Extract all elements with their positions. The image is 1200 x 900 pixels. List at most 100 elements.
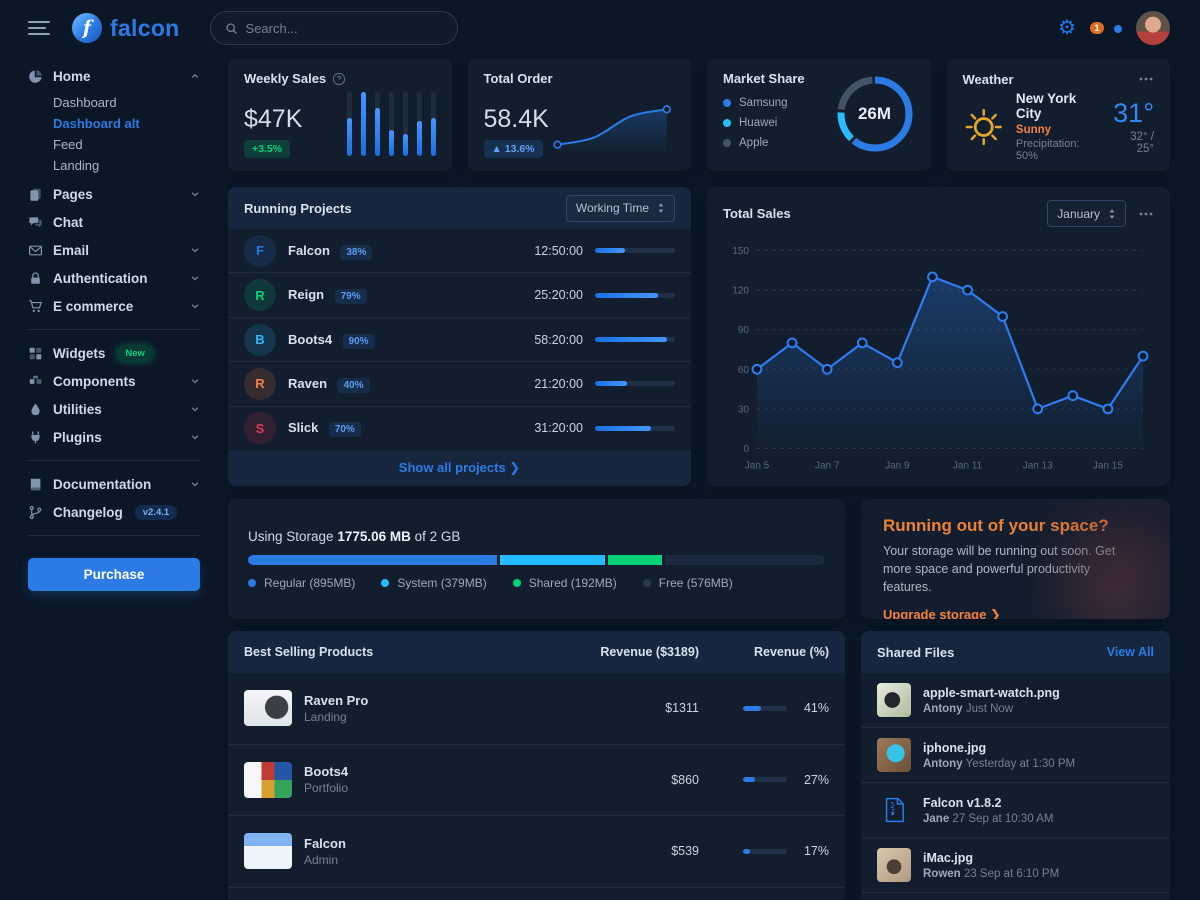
weekly-sales-title: Weekly Sales <box>244 71 326 86</box>
project-avatar: R <box>244 279 276 311</box>
weather-range: 32° / 25° <box>1112 131 1154 155</box>
sidebar-item-documentation[interactable]: Documentation <box>28 470 200 498</box>
file-user: Rowen <box>923 868 961 880</box>
product-name[interactable]: Boots4 <box>304 764 348 779</box>
lock-icon <box>28 271 43 286</box>
sidebar-item-dashboard-alt[interactable]: Dashboard alt <box>53 113 200 134</box>
sidebar-divider <box>28 460 200 461</box>
file-name[interactable]: iphone.jpg <box>923 741 1075 755</box>
sidebar-item-plugins[interactable]: Plugins <box>28 423 200 451</box>
sidebar-badge: v2.4.1 <box>135 505 177 520</box>
running-projects-title: Running Projects <box>244 201 352 216</box>
sidebar-item-changelog[interactable]: Changelog v2.4.1 <box>28 498 200 526</box>
file-time: 27 Sep at 10:30 AM <box>952 813 1053 825</box>
project-name[interactable]: Falcon <box>288 243 330 258</box>
upgrade-storage-link[interactable]: Upgrade storage ❯ <box>883 607 1001 619</box>
project-name[interactable]: Slick <box>288 420 318 435</box>
project-percent-badge: 90% <box>343 334 375 349</box>
sidebar-item-label: Authentication <box>53 271 148 286</box>
pie-icon <box>28 69 43 84</box>
file-item-falcon-v1-8-2[interactable]: Falcon v1.8.2 Jane 27 Sep at 10:30 AM <box>861 783 1170 838</box>
product-thumbnail <box>244 762 292 798</box>
file-name[interactable]: Falcon v1.8.2 <box>923 796 1053 810</box>
main-content: Weekly Sales $47K +3.5% Total Order <box>228 56 1200 900</box>
chevron-down-icon <box>190 273 200 283</box>
product-name[interactable]: Falcon <box>304 836 346 851</box>
view-all-link[interactable]: View All <box>1107 645 1154 659</box>
sidebar-item-components[interactable]: Components <box>28 367 200 395</box>
product-category[interactable]: Portfolio <box>304 781 348 795</box>
file-user: Antony <box>923 758 963 770</box>
sidebar-item-home[interactable]: Home <box>28 62 200 90</box>
total-sales-more-menu-icon[interactable] <box>1138 206 1154 222</box>
market-share-center-value: 26M <box>833 72 917 156</box>
project-name[interactable]: Boots4 <box>288 332 332 347</box>
sidebar-item-pages[interactable]: Pages <box>28 180 200 208</box>
product-thumbnail <box>244 833 292 869</box>
project-name[interactable]: Raven <box>288 376 327 391</box>
chevron-down-icon <box>190 189 200 199</box>
svg-text:Jan 9: Jan 9 <box>885 461 910 472</box>
weekly-sales-value: $47K <box>244 105 302 134</box>
legend-label: Apple <box>739 137 768 149</box>
project-name[interactable]: Reign <box>288 287 324 302</box>
legend-label: Samsung <box>739 97 788 109</box>
sales-bar <box>347 92 352 156</box>
hamburger-menu-icon[interactable] <box>28 21 50 35</box>
sidebar-item-feed[interactable]: Feed <box>53 134 200 155</box>
user-avatar[interactable] <box>1136 11 1170 45</box>
sidebar-item-landing[interactable]: Landing <box>53 155 200 176</box>
file-thumbnail <box>877 793 911 827</box>
total-order-value: 58.4K <box>484 105 549 134</box>
product-name[interactable]: Raven Pro <box>304 693 368 708</box>
plugins-icon <box>28 430 43 445</box>
product-revenue: $1311 <box>539 701 699 715</box>
file-name[interactable]: iMac.jpg <box>923 851 1059 865</box>
total-order-title: Total Order <box>484 71 553 86</box>
search-input[interactable] <box>246 21 443 36</box>
svg-text:Jan 15: Jan 15 <box>1093 461 1123 472</box>
weather-more-menu-icon[interactable] <box>1138 71 1154 87</box>
legend-label: Free (576MB) <box>659 576 733 590</box>
sidebar-item-dashboard[interactable]: Dashboard <box>53 92 200 113</box>
sidebar-item-widgets[interactable]: Widgets New <box>28 339 200 367</box>
product-thumbnail <box>244 690 292 726</box>
project-percent-badge: 38% <box>340 245 372 260</box>
product-category[interactable]: Admin <box>304 853 346 867</box>
brand-logo[interactable]: f falcon <box>72 13 180 43</box>
sidebar-divider <box>28 329 200 330</box>
file-item-iphone-jpg[interactable]: iphone.jpg Antony Yesterday at 1:30 PM <box>861 728 1170 783</box>
file-name[interactable]: apple-smart-watch.png <box>923 686 1060 700</box>
show-all-projects-link[interactable]: Show all projects ❯ <box>399 460 520 476</box>
settings-gear-icon[interactable]: ⚙ <box>1058 18 1076 39</box>
cart-badge: 1 <box>1090 22 1104 34</box>
sidebar-item-authentication[interactable]: Authentication <box>28 264 200 292</box>
svg-text:Jan 7: Jan 7 <box>815 461 840 472</box>
best-selling-title: Best Selling Products <box>244 645 539 659</box>
purchase-button[interactable]: Purchase <box>28 558 200 591</box>
sidebar-item-e-commerce[interactable]: E commerce <box>28 292 200 320</box>
sun-icon <box>963 105 1004 149</box>
month-select[interactable]: January <box>1047 200 1126 227</box>
sidebar-item-utilities[interactable]: Utilities <box>28 395 200 423</box>
sales-bar <box>431 92 436 156</box>
file-time: Yesterday at 1:30 PM <box>966 758 1076 770</box>
sidebar-divider <box>28 535 200 536</box>
product-revenue: $860 <box>539 773 699 787</box>
file-item-imac-jpg[interactable]: iMac.jpg Rowen 23 Sep at 6:10 PM <box>861 838 1170 893</box>
file-item-apple-smart-watch-png[interactable]: apple-smart-watch.png Antony Just Now <box>861 673 1170 728</box>
weather-title: Weather <box>963 72 1014 87</box>
storage-title: Using Storage 1775.06 MB of 2 GB <box>248 529 825 544</box>
product-category[interactable]: Landing <box>304 710 368 724</box>
sidebar-item-chat[interactable]: Chat <box>28 208 200 236</box>
sidebar-item-email[interactable]: Email <box>28 236 200 264</box>
search-box[interactable] <box>210 11 458 45</box>
legend-dot <box>723 139 731 147</box>
project-percent-badge: 70% <box>329 422 361 437</box>
weather-precipitation: Precipitation: 50% <box>1016 138 1100 162</box>
navbar-actions: ⚙ 1 <box>1058 11 1170 45</box>
revenue-percent-bar <box>743 849 787 854</box>
working-time-select[interactable]: Working Time <box>566 195 675 222</box>
info-icon[interactable] <box>332 72 346 86</box>
chat-icon <box>28 215 43 230</box>
